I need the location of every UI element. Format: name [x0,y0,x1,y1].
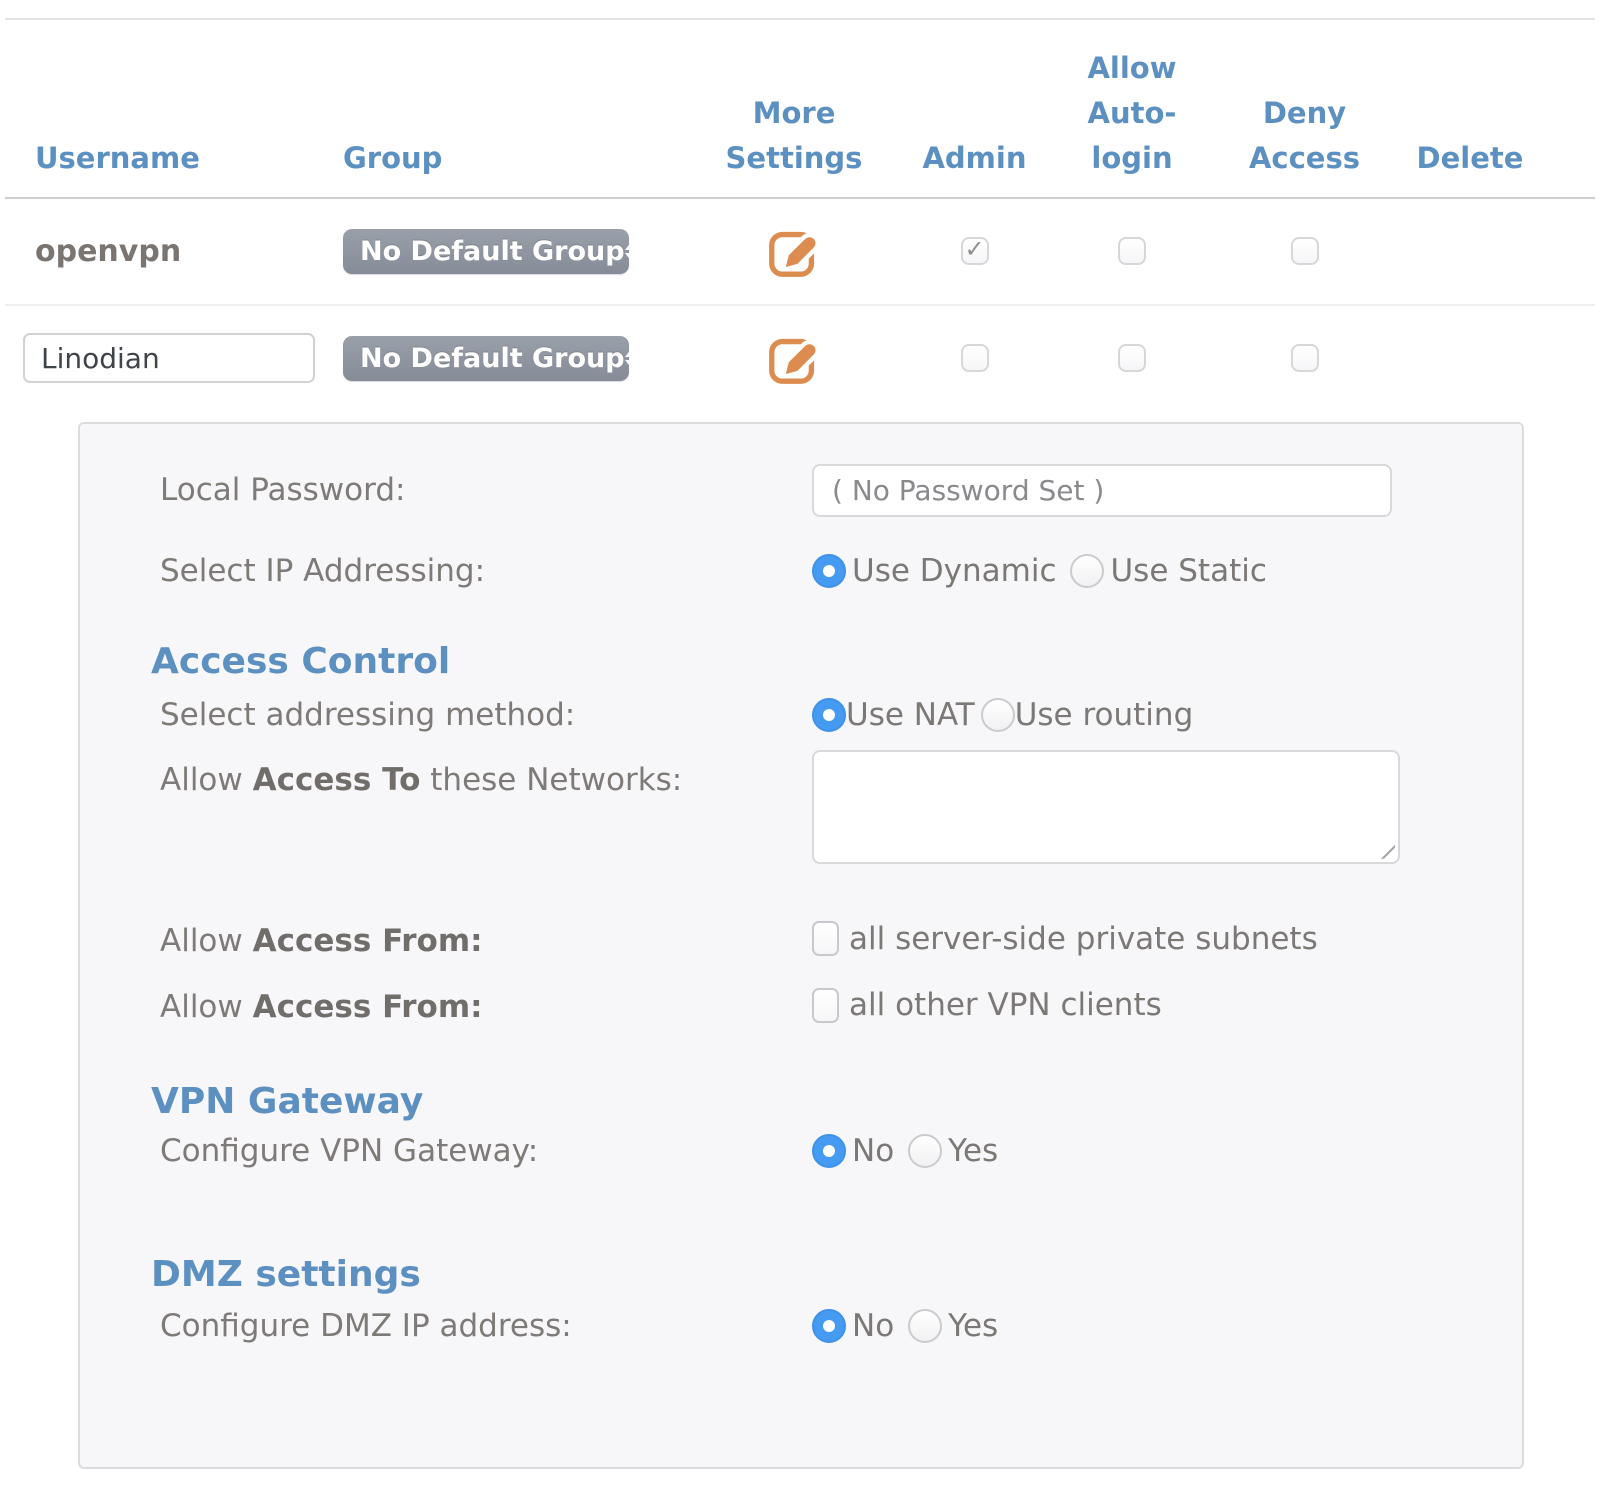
access-from-label: Allow Access From: [160,923,812,959]
column-header-username: Username [23,20,331,197]
select-updown-arrows-icon [625,241,639,262]
addressing-method-label: Select addressing method: [160,697,812,733]
access-from-clients-checkbox[interactable] [812,988,839,1023]
access-from-subnets-row: Allow Access From: all server-side priva… [160,921,1476,961]
radio-icon [981,698,1015,732]
vpn-gateway-radio-group: No Yes [812,1133,1476,1169]
local-password-label: Local Password: [160,472,812,508]
allow-autologin-checkbox[interactable] [1118,237,1146,265]
radio-dmz-no[interactable]: No [812,1308,894,1344]
select-updown-arrows-icon [625,348,639,369]
radio-icon [812,554,846,588]
column-header-group: Group [331,20,681,197]
addressing-method-radio-group: Use NAT Use routing [812,697,1476,733]
radio-vpn-gateway-no[interactable]: No [812,1133,894,1169]
radio-icon [812,1309,846,1343]
local-password-row: Local Password: [160,464,1476,517]
access-to-networks-row: Allow Access To these Networks: [160,750,1476,864]
column-header-admin: Admin [907,20,1042,197]
access-from-subnets-option[interactable]: all server-side private subnets [812,921,1318,957]
more-settings-edit-icon[interactable] [765,329,823,387]
more-settings-edit-icon[interactable] [765,222,823,280]
configure-vpn-gateway-label: Configure VPN Gateway: [160,1133,812,1169]
ip-addressing-row: Select IP Addressing: Use Dynamic Use St… [160,553,1476,589]
column-header-more-settings: MoreSettings [681,20,907,197]
group-select[interactable]: No Default Group [343,229,629,274]
username-input[interactable] [23,333,315,383]
radio-icon [812,1134,846,1168]
configure-vpn-gateway-row: Configure VPN Gateway: No Yes [160,1133,1476,1169]
username-text: openvpn [35,234,181,269]
dmz-radio-group: No Yes [812,1308,1476,1344]
column-header-delete: Delete [1387,20,1553,197]
addressing-method-row: Select addressing method: Use NAT Use ro… [160,697,1476,733]
radio-icon [812,698,846,732]
dmz-settings-heading: DMZ settings [151,1254,1476,1295]
deny-access-checkbox[interactable] [1291,237,1319,265]
radio-icon [908,1134,942,1168]
admin-checkbox[interactable] [961,237,989,265]
group-select-value: No Default Group [360,236,625,267]
table-header-row: Username Group MoreSettings Admin AllowA… [5,20,1595,199]
radio-vpn-gateway-yes[interactable]: Yes [908,1133,998,1169]
allow-autologin-checkbox[interactable] [1118,344,1146,372]
radio-icon [908,1309,942,1343]
local-password-input[interactable] [812,464,1392,517]
access-to-networks-label: Allow Access To these Networks: [160,750,812,798]
radio-use-dynamic[interactable]: Use Dynamic [812,553,1056,589]
configure-dmz-label: Configure DMZ IP address: [160,1308,812,1344]
deny-access-checkbox[interactable] [1291,344,1319,372]
access-from-subnets-checkbox[interactable] [812,921,839,956]
ip-addressing-radio-group: Use Dynamic Use Static [812,553,1476,589]
user-settings-panel: Local Password: Select IP Addressing: Us… [78,422,1524,1469]
group-select-value: No Default Group [360,343,625,374]
delete-cell-empty [1387,306,1553,411]
access-from-clients-row: Allow Access From: all other VPN clients [160,987,1476,1027]
access-control-heading: Access Control [151,641,1476,682]
column-header-allow-autologin: AllowAuto-login [1042,20,1222,197]
resize-grip-icon-wrap [812,750,1400,864]
radio-use-routing[interactable]: Use routing [981,697,1194,733]
access-to-networks-textarea[interactable] [812,750,1400,864]
admin-checkbox[interactable] [961,344,989,372]
group-select[interactable]: No Default Group [343,336,629,381]
user-row-linodian: No Default Group [5,306,1595,411]
radio-use-nat[interactable]: Use NAT [812,697,975,733]
column-header-deny-access: DenyAccess [1222,20,1387,197]
access-from-clients-option[interactable]: all other VPN clients [812,987,1162,1023]
user-row-openvpn: openvpn No Default Group [5,199,1595,306]
radio-dmz-yes[interactable]: Yes [908,1308,998,1344]
delete-cell-empty [1387,199,1553,304]
access-from-label: Allow Access From: [160,989,812,1025]
user-permissions-table: Username Group MoreSettings Admin AllowA… [5,18,1595,411]
radio-icon [1070,554,1104,588]
ip-addressing-label: Select IP Addressing: [160,553,812,589]
radio-use-static[interactable]: Use Static [1070,553,1266,589]
vpn-gateway-heading: VPN Gateway [151,1081,1476,1122]
configure-dmz-row: Configure DMZ IP address: No Yes [160,1308,1476,1344]
